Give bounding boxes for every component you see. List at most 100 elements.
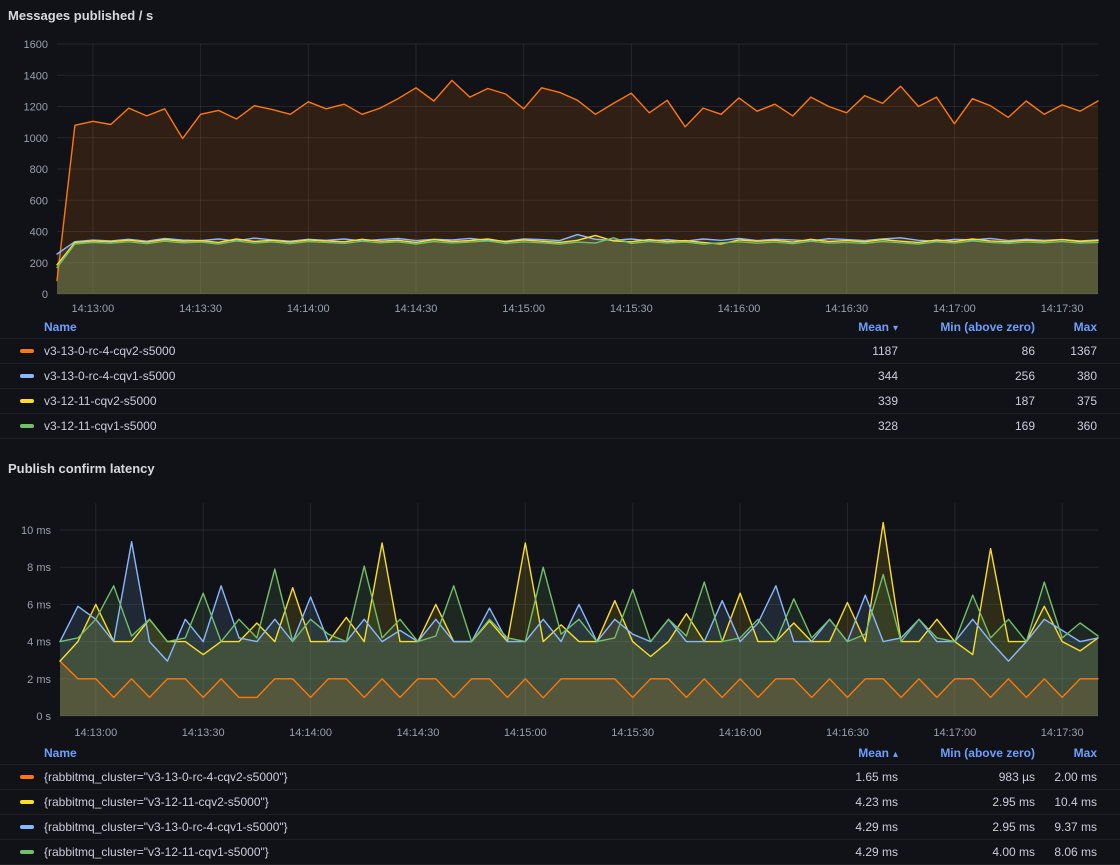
- series-color-swatch: [20, 399, 34, 403]
- legend-row: v3-13-0-rc-4-cqv1-s5000 344 256 380: [0, 363, 1120, 388]
- legend-table-messages: Name Mean▾ Min (above zero) Max v3-13-0-…: [0, 316, 1120, 439]
- legend-column-min[interactable]: Min (above zero): [898, 320, 1035, 334]
- series-min: 2.95 ms: [898, 795, 1035, 809]
- y-axis-tick-label: 2 ms: [27, 674, 51, 686]
- legend-series-toggle[interactable]: v3-12-11-cqv1-s5000: [20, 419, 748, 433]
- series-name: v3-12-11-cqv1-s5000: [44, 419, 157, 433]
- series-color-swatch: [20, 424, 34, 428]
- y-axis-tick-label: 1000: [24, 133, 48, 145]
- legend-row: {rabbitmq_cluster="v3-12-11-cqv2-s5000"}…: [0, 789, 1120, 814]
- y-axis-tick-label: 1200: [24, 102, 48, 114]
- legend-column-min[interactable]: Min (above zero): [898, 746, 1035, 760]
- series-min: 256: [898, 369, 1035, 383]
- y-axis-tick-label: 4 ms: [27, 637, 51, 649]
- series-color-swatch: [20, 800, 34, 804]
- series-name: {rabbitmq_cluster="v3-13-0-rc-4-cqv2-s50…: [44, 770, 288, 784]
- legend-header-row: Name Mean▴ Min (above zero) Max: [0, 742, 1120, 764]
- y-axis-tick-label: 0 s: [36, 711, 51, 723]
- series-min: 983 µs: [898, 770, 1035, 784]
- y-axis-tick-label: 6 ms: [27, 599, 51, 611]
- x-axis-tick-label: 14:16:30: [826, 727, 869, 739]
- y-axis-tick-label: 400: [30, 227, 48, 239]
- series-max: 10.4 ms: [1035, 795, 1097, 809]
- series-min: 86: [898, 344, 1035, 358]
- messages-published-chart[interactable]: 0 200 400 600 800 1000 1200 1400 1600 14:13:00 14:…: [0, 28, 1120, 316]
- y-axis-tick-label: 600: [30, 195, 48, 207]
- legend-row: v3-13-0-rc-4-cqv2-s5000 1187 86 1367: [0, 338, 1120, 363]
- legend-series-toggle[interactable]: v3-13-0-rc-4-cqv1-s5000: [20, 369, 748, 383]
- x-axis-tick-label: 14:16:30: [825, 303, 868, 315]
- legend-header-row: Name Mean▾ Min (above zero) Max: [0, 316, 1120, 338]
- series-mean: 4.29 ms: [748, 820, 898, 834]
- series-mean: 344: [748, 369, 898, 383]
- x-axis-tick-label: 14:17:30: [1041, 727, 1084, 739]
- legend-table-latency: Name Mean▴ Min (above zero) Max {rabbitm…: [0, 742, 1120, 865]
- series-max: 9.37 ms: [1035, 820, 1097, 834]
- series-mean: 339: [748, 394, 898, 408]
- series-color-swatch: [20, 775, 34, 779]
- legend-row: {rabbitmq_cluster="v3-13-0-rc-4-cqv1-s50…: [0, 814, 1120, 839]
- legend-column-name[interactable]: Name: [20, 320, 748, 334]
- x-axis-tick-label: 14:15:00: [502, 303, 545, 315]
- series-mean: 1187: [748, 344, 898, 358]
- x-axis-tick-label: 14:13:00: [71, 303, 114, 315]
- x-axis-tick-label: 14:15:30: [611, 727, 654, 739]
- legend-column-max[interactable]: Max: [1035, 746, 1097, 760]
- x-axis-tick-label: 14:13:30: [179, 303, 222, 315]
- legend-series-toggle[interactable]: {rabbitmq_cluster="v3-12-11-cqv2-s5000"}: [20, 795, 748, 809]
- x-axis-tick-label: 14:13:00: [74, 727, 117, 739]
- publish-confirm-latency-chart[interactable]: 0 s 2 ms 4 ms 6 ms 8 ms 10 ms 14:13:00 14:13:30…: [0, 495, 1120, 742]
- panel-title-messages-published[interactable]: Messages published / s: [0, 0, 1120, 28]
- x-axis-tick-label: 14:13:30: [182, 727, 225, 739]
- legend-row: v3-12-11-cqv1-s5000 328 169 360: [0, 413, 1120, 439]
- x-axis-tick-label: 14:16:00: [718, 303, 761, 315]
- series-name: v3-13-0-rc-4-cqv2-s5000: [44, 344, 175, 358]
- x-axis-tick-label: 14:16:00: [719, 727, 762, 739]
- x-axis-tick-label: 14:17:00: [933, 727, 976, 739]
- legend-column-name[interactable]: Name: [20, 746, 748, 760]
- series-max: 375: [1035, 394, 1097, 408]
- x-axis-tick-label: 14:14:00: [289, 727, 332, 739]
- series-name: {rabbitmq_cluster="v3-12-11-cqv2-s5000"}: [44, 795, 269, 809]
- x-axis-tick-label: 14:15:30: [610, 303, 653, 315]
- series-name: {rabbitmq_cluster="v3-13-0-rc-4-cqv1-s50…: [44, 820, 288, 834]
- x-axis-tick-label: 14:15:00: [504, 727, 547, 739]
- legend-series-toggle[interactable]: {rabbitmq_cluster="v3-13-0-rc-4-cqv2-s50…: [20, 770, 748, 784]
- series-color-swatch: [20, 349, 34, 353]
- series-min: 187: [898, 394, 1035, 408]
- legend-series-toggle[interactable]: v3-12-11-cqv2-s5000: [20, 394, 748, 408]
- legend-series-toggle[interactable]: v3-13-0-rc-4-cqv2-s5000: [20, 344, 748, 358]
- series-max: 1367: [1035, 344, 1097, 358]
- legend-column-mean[interactable]: Mean▾: [748, 320, 898, 334]
- series-max: 2.00 ms: [1035, 770, 1097, 784]
- series-color-swatch: [20, 374, 34, 378]
- y-axis-tick-label: 800: [30, 164, 48, 176]
- x-axis-tick-label: 14:17:30: [1041, 303, 1084, 315]
- series-mean: 328: [748, 419, 898, 433]
- legend-row: {rabbitmq_cluster="v3-12-11-cqv1-s5000"}…: [0, 839, 1120, 865]
- series-color-swatch: [20, 850, 34, 854]
- legend-column-mean[interactable]: Mean▴: [748, 746, 898, 760]
- series-name: v3-13-0-rc-4-cqv1-s5000: [44, 369, 175, 383]
- panel-title-publish-confirm-latency[interactable]: Publish confirm latency: [0, 439, 1120, 481]
- series-color-swatch: [20, 825, 34, 829]
- series-min: 169: [898, 419, 1035, 433]
- series-name: v3-12-11-cqv2-s5000: [44, 394, 157, 408]
- y-axis-tick-label: 1400: [24, 70, 48, 82]
- panel-messages-published: Messages published / s 0 200 400 600 800 1000…: [0, 0, 1120, 439]
- series-min: 2.95 ms: [898, 820, 1035, 834]
- y-axis-tick-label: 8 ms: [27, 562, 51, 574]
- series-max: 360: [1035, 419, 1097, 433]
- series-mean: 1.65 ms: [748, 770, 898, 784]
- y-axis-tick-label: 10 ms: [21, 525, 51, 537]
- grafana-dashboard: Messages published / s 0 200 400 600 800 1000…: [0, 0, 1120, 865]
- legend-series-toggle[interactable]: {rabbitmq_cluster="v3-13-0-rc-4-cqv1-s50…: [20, 820, 748, 834]
- legend-row: {rabbitmq_cluster="v3-13-0-rc-4-cqv2-s50…: [0, 764, 1120, 789]
- y-axis-tick-label: 1600: [24, 39, 48, 51]
- y-axis-tick-label: 0: [42, 289, 48, 301]
- x-axis-tick-label: 14:14:30: [395, 303, 438, 315]
- panel-publish-confirm-latency: Publish confirm latency 0 s 2 ms 4 ms 6 ms 8…: [0, 439, 1120, 865]
- y-axis-tick-label: 200: [30, 258, 48, 270]
- x-axis-tick-label: 14:17:00: [933, 303, 976, 315]
- legend-column-max[interactable]: Max: [1035, 320, 1097, 334]
